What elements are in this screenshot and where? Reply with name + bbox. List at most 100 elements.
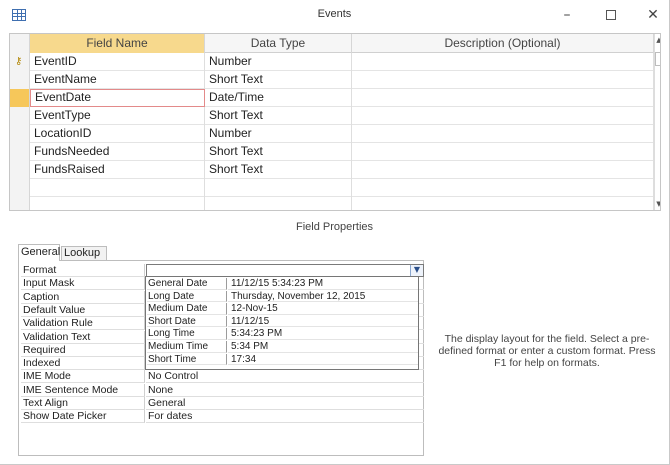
description-cell[interactable] xyxy=(352,179,654,197)
format-dropdown-list[interactable]: General Date 11/12/15 5:34:23 PM Long Date… xyxy=(145,276,419,370)
format-option-example: 11/12/15 5:34:23 PM xyxy=(228,278,418,290)
format-option-name: Long Time xyxy=(147,328,227,340)
format-option-example: Thursday, November 12, 2015 xyxy=(228,291,418,303)
property-label: Validation Rule xyxy=(21,317,145,331)
property-row[interactable]: IME Mode No Control xyxy=(19,370,425,384)
field-name-cell[interactable]: EventName xyxy=(30,71,205,89)
field-row[interactable]: EventType Short Text xyxy=(10,107,654,125)
field-name-cell[interactable]: EventID xyxy=(30,53,205,71)
property-row[interactable]: IME Sentence Mode None xyxy=(19,383,425,397)
data-type-cell[interactable]: Date/Time xyxy=(205,89,352,107)
minimize-button[interactable]: – xyxy=(552,4,582,26)
data-type-cell[interactable]: Short Text xyxy=(205,107,352,125)
row-selector[interactable] xyxy=(10,107,30,125)
close-button[interactable]: ✕ xyxy=(638,4,668,26)
primary-key-icon: ⚷ xyxy=(15,56,23,67)
field-name-cell[interactable]: EventDate xyxy=(30,89,205,107)
scroll-thumb[interactable] xyxy=(655,52,660,66)
property-value[interactable]: General xyxy=(146,397,424,410)
tab-general[interactable]: General xyxy=(18,244,60,261)
format-option[interactable]: Medium Date 12-Nov-15 xyxy=(146,303,418,315)
description-cell[interactable] xyxy=(352,71,654,89)
data-type-cell[interactable]: Number xyxy=(205,53,352,71)
column-header-field-name[interactable]: Field Name xyxy=(30,34,205,53)
description-cell[interactable] xyxy=(352,89,654,107)
data-type-cell[interactable] xyxy=(205,179,352,197)
property-label: Default Value xyxy=(21,303,145,317)
field-help-text: The display layout for the field. Select… xyxy=(438,333,656,369)
scroll-up-icon[interactable]: ▲ xyxy=(655,36,660,44)
data-type-cell[interactable]: Number xyxy=(205,125,352,143)
field-row[interactable] xyxy=(10,179,654,197)
format-option-example: 12-Nov-15 xyxy=(228,303,418,315)
format-option[interactable]: General Date 11/12/15 5:34:23 PM xyxy=(146,278,418,290)
row-selector[interactable] xyxy=(10,125,30,143)
data-type-cell[interactable]: Short Text xyxy=(205,161,352,179)
row-selector[interactable] xyxy=(10,179,30,197)
property-value[interactable]: For dates xyxy=(146,410,424,424)
property-label: Input Mask xyxy=(21,277,145,291)
vertical-scrollbar[interactable]: ▲ ▼ xyxy=(654,34,660,210)
row-selector[interactable]: ⚷ xyxy=(10,53,30,71)
row-selector[interactable] xyxy=(10,197,30,210)
scroll-down-icon[interactable]: ▼ xyxy=(655,200,660,208)
field-row[interactable] xyxy=(10,197,654,210)
data-type-cell[interactable]: Short Text xyxy=(205,71,352,89)
format-option-name: Short Date xyxy=(147,315,227,328)
format-option-name: Medium Time xyxy=(147,341,227,353)
format-option-name: General Date xyxy=(147,278,227,290)
field-row[interactable]: EventDate Date/Time xyxy=(10,89,654,107)
data-type-cell[interactable] xyxy=(205,197,352,210)
tab-lookup[interactable]: Lookup xyxy=(61,246,107,261)
field-name-cell[interactable] xyxy=(30,197,205,210)
row-selector[interactable] xyxy=(10,71,30,89)
description-cell[interactable] xyxy=(352,107,654,125)
row-selector[interactable] xyxy=(10,143,30,161)
header-row-selector[interactable] xyxy=(10,34,30,53)
field-name-cell[interactable]: LocationID xyxy=(30,125,205,143)
field-row[interactable]: FundsRaised Short Text xyxy=(10,161,654,179)
field-name-cell[interactable]: FundsRaised xyxy=(30,161,205,179)
property-row[interactable]: Text Align General xyxy=(19,397,425,410)
title-bar[interactable]: Events – ✕ xyxy=(0,0,669,30)
format-option-name: Medium Date xyxy=(147,303,227,315)
chevron-down-icon[interactable]: ▼ xyxy=(410,265,423,276)
property-value[interactable]: No Control xyxy=(146,370,424,384)
property-label: Caption xyxy=(21,290,145,304)
maximize-button[interactable] xyxy=(596,4,626,26)
field-row[interactable]: FundsNeeded Short Text xyxy=(10,143,654,161)
format-option-example: 17:34 xyxy=(228,354,418,366)
format-option[interactable]: Medium Time 5:34 PM xyxy=(146,341,418,353)
field-row[interactable]: LocationID Number xyxy=(10,125,654,143)
row-selector[interactable] xyxy=(10,89,30,107)
property-label: Required xyxy=(21,343,145,357)
property-row[interactable]: Show Date Picker For dates xyxy=(19,410,425,424)
description-cell[interactable] xyxy=(352,143,654,161)
format-option[interactable]: Short Date 11/12/15 xyxy=(146,315,418,328)
row-selector[interactable] xyxy=(10,161,30,179)
property-label: Text Align xyxy=(21,397,145,410)
field-name-cell[interactable]: FundsNeeded xyxy=(30,143,205,161)
description-cell[interactable] xyxy=(352,197,654,210)
field-name-cell[interactable] xyxy=(30,179,205,197)
format-option[interactable]: Long Time 5:34:23 PM xyxy=(146,328,418,340)
column-header-data-type[interactable]: Data Type xyxy=(205,34,352,53)
field-grid: Field Name Data Type Description (Option… xyxy=(9,33,661,211)
field-properties-title: Field Properties xyxy=(295,221,374,233)
format-option[interactable]: Long Date Thursday, November 12, 2015 xyxy=(146,290,418,303)
property-value[interactable]: None xyxy=(146,384,424,397)
property-label: IME Mode xyxy=(21,370,145,384)
description-cell[interactable] xyxy=(352,53,654,71)
column-header-description[interactable]: Description (Optional) xyxy=(352,34,654,53)
description-cell[interactable] xyxy=(352,125,654,143)
format-option-name: Long Date xyxy=(147,290,227,303)
table-design-window: Events – ✕ Field Name Data Type Descript… xyxy=(0,0,670,465)
field-name-cell[interactable]: EventType xyxy=(30,107,205,125)
field-row[interactable]: EventName Short Text xyxy=(10,71,654,89)
property-label: Validation Text xyxy=(21,330,145,344)
property-label: IME Sentence Mode xyxy=(21,383,145,397)
data-type-cell[interactable]: Short Text xyxy=(205,143,352,161)
format-option[interactable]: Short Time 17:34 xyxy=(146,353,418,366)
field-row[interactable]: ⚷ EventID Number xyxy=(10,53,654,71)
description-cell[interactable] xyxy=(352,161,654,179)
